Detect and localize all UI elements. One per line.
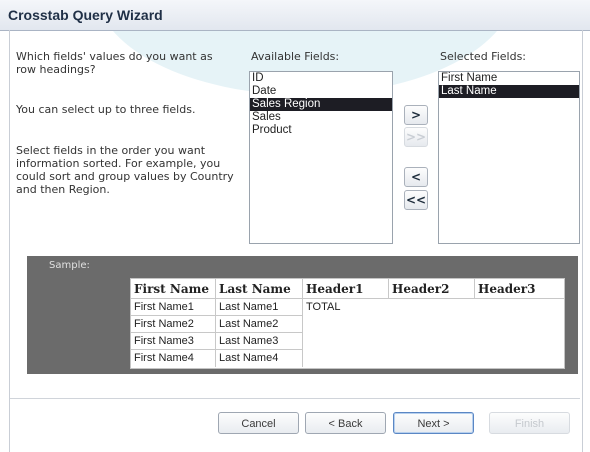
list-item[interactable]: First Name	[439, 72, 579, 85]
footer-divider	[10, 398, 580, 399]
grid-cell: Last Name4	[216, 350, 303, 367]
window-title: Crosstab Query Wizard	[8, 7, 163, 23]
list-item-selected[interactable]: Last Name	[439, 85, 579, 98]
grid-cell: First Name1	[131, 299, 216, 316]
sample-label: Sample:	[49, 260, 90, 271]
grid-header: Last Name	[216, 279, 303, 299]
grid-cell: First Name2	[131, 316, 216, 333]
list-item[interactable]: Product	[250, 124, 392, 137]
grid-total-cell: TOTAL	[306, 301, 341, 313]
grid-header: Header2	[389, 279, 475, 299]
sample-grid: First Name Last Name Header1 Header2 Hea…	[130, 278, 565, 369]
grid-header: Header3	[475, 279, 564, 299]
remove-all-button[interactable]: <<	[404, 190, 428, 210]
grid-cell: First Name3	[131, 333, 216, 350]
add-all-button[interactable]: >>	[404, 127, 428, 147]
selected-fields-list[interactable]: First Name Last Name	[438, 71, 580, 244]
sample-panel: Sample: First Name Last Name Header1 Hea…	[27, 256, 578, 374]
hint-limit-text: You can select up to three fields.	[16, 103, 196, 116]
available-fields-list[interactable]: ID Date Sales Region Sales Product	[249, 71, 393, 244]
list-item[interactable]: Date	[250, 85, 392, 98]
back-button[interactable]: < Back	[305, 412, 386, 434]
question-text: Which fields' values do you want as row …	[16, 50, 213, 76]
next-button[interactable]: Next >	[393, 412, 474, 434]
title-bar: Crosstab Query Wizard	[0, 0, 590, 31]
available-fields-label: Available Fields:	[251, 50, 340, 63]
remove-one-button[interactable]: <	[404, 167, 428, 187]
list-item-selected[interactable]: Sales Region	[250, 98, 392, 111]
grid-header: Header1	[303, 279, 389, 299]
hint-order-text: Select fields in the order you want info…	[16, 144, 234, 196]
grid-cell: First Name4	[131, 350, 216, 367]
grid-header: First Name	[131, 279, 216, 299]
grid-cell: Last Name1	[216, 299, 303, 316]
finish-button[interactable]: Finish	[489, 412, 570, 434]
grid-cell: Last Name2	[216, 316, 303, 333]
list-item[interactable]: ID	[250, 72, 392, 85]
list-item[interactable]: Sales	[250, 111, 392, 124]
cancel-button[interactable]: Cancel	[218, 412, 299, 434]
add-one-button[interactable]: >	[404, 105, 428, 125]
grid-cell: Last Name3	[216, 333, 303, 350]
selected-fields-label: Selected Fields:	[440, 50, 527, 63]
